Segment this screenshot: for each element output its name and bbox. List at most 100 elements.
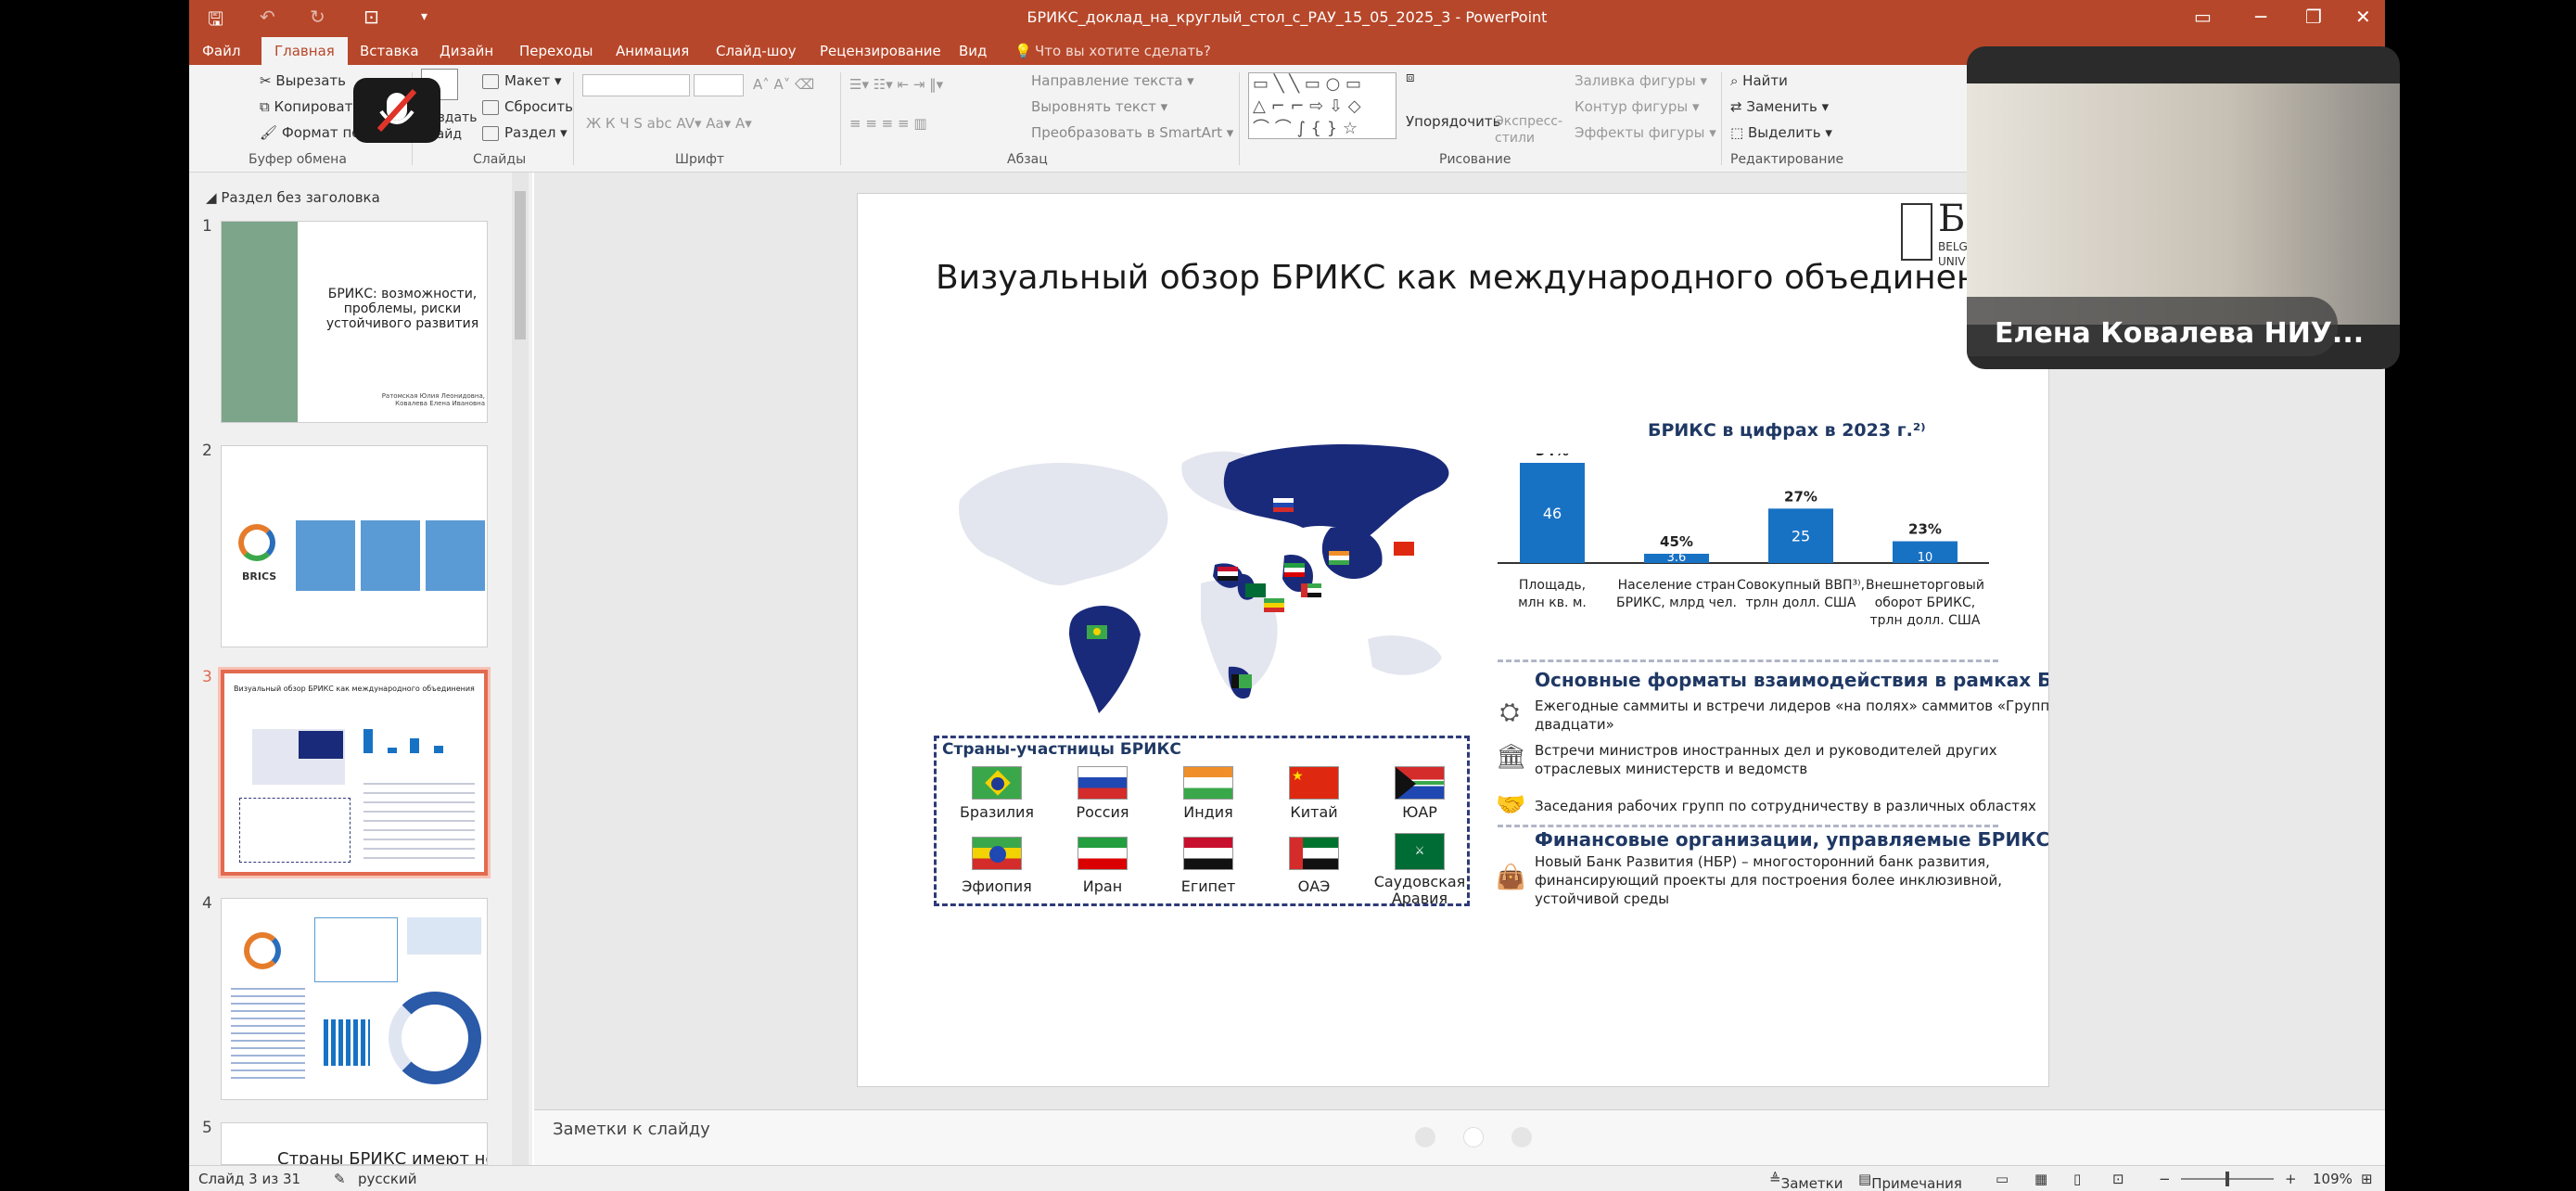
layout-button[interactable]: Макет ▾ [482,72,561,89]
country-name: Египет [1180,877,1236,895]
spellcheck-icon[interactable]: ✎ [334,1171,346,1187]
brics-logo-icon [238,524,275,561]
shape-fill-button[interactable]: Заливка фигуры ▾ [1575,72,1707,89]
chart-share-label: 34% [1536,454,1569,459]
tab-design[interactable]: Дизайн [440,43,493,59]
slide-thumb-2[interactable]: BRICS [221,445,488,647]
tab-home[interactable]: Главная [261,37,348,65]
select-icon: ⬚ [1730,124,1748,141]
flag-brazil-icon [972,766,1022,800]
flag-iran-icon [1078,837,1128,870]
country-name: Саудовская Аравия [1373,873,1466,907]
thumb-title: Визуальный обзор БРИКС как международног… [234,685,475,693]
chart-category-label: трлн долл. США [1870,613,1981,628]
align-text-button[interactable]: Выровнять текст ▾ [1031,98,1167,115]
tell-me-input[interactable]: Что вы хотите сделать? [1035,43,1211,59]
tab-transitions[interactable]: Переходы [519,43,593,59]
notes-placeholder[interactable]: Заметки к слайду [553,1120,710,1139]
tab-review[interactable]: Рецензирование [820,43,941,59]
chart-category-label: Совокупный ВВП³⁾, [1737,578,1865,593]
thumb-text-lines [231,982,305,1084]
chart-value-label: 3.6 [1667,551,1687,565]
reading-view-icon[interactable]: ▯ [2073,1171,2081,1187]
ribbon-display-icon[interactable]: ▭ [2194,6,2212,28]
quick-styles-button[interactable]: Экспресс-стили [1495,113,1562,147]
font-name-input[interactable] [582,74,690,96]
handshake-icon: 🤝 [1496,791,1526,819]
arrange-button[interactable]: Упорядочить [1406,113,1500,130]
tab-file[interactable]: Файл [202,43,240,59]
fit-to-window-icon[interactable]: ⊞ [2361,1171,2373,1187]
list-buttons[interactable]: ☰▾ ☷▾ ⇤ ⇥ ‖▾ [849,76,943,93]
slide-thumb-5[interactable]: Страны БРИКС имеют не [221,1122,488,1165]
notes-button[interactable]: ≜ Заметки [1769,1171,1843,1191]
finance-header: Финансовые организации, управляемые БРИК… [1535,828,2049,851]
select-button[interactable]: ⬚ Выделить ▾ [1730,124,1832,141]
section-header[interactable]: ◢ Раздел без заголовка [206,189,380,206]
chart-category-label: млн кв. м. [1518,596,1587,610]
reset-button[interactable]: Сбросить [482,98,573,115]
thumb-number: 4 [202,894,212,913]
smartart-button[interactable]: Преобразовать в SmartArt ▾ [1031,124,1233,141]
flag-russia-icon [1078,766,1128,800]
slide-thumb-3[interactable]: Визуальный обзор БРИКС как международног… [221,670,488,876]
font-style-buttons[interactable]: Ж К Ч S abc AV▾ Aa▾ A▾ [586,115,752,132]
minimize-icon[interactable]: ─ [2255,6,2266,28]
format-item: Заседания рабочих групп по сотрудничеств… [1535,798,2036,814]
country-name: Индия [1183,803,1233,821]
align-buttons[interactable]: ≡ ≡ ≡ ≡ ▥ [849,115,927,132]
replace-button[interactable]: ⇄ Заменить ▾ [1730,98,1829,115]
slide-thumb-1[interactable]: БРИКС: возможности, проблемы, риски усто… [221,221,488,423]
zoom-out-icon[interactable]: − [2159,1171,2171,1187]
shapes-gallery[interactable]: ▭ ╲ ╲ ▭ ○ ▭ △ ⌐ ⌐ ⇨ ⇩ ◇ ⌒ ⌒ ∫ { } ☆ [1248,72,1396,139]
cut-button[interactable]: ✂ Вырезать [260,72,346,89]
restore-icon[interactable]: ❐ [2305,6,2322,28]
font-size-buttons[interactable]: A˄ A˅ ⌫ [753,76,814,93]
flag-saudi-arabia-icon: ⚔ [1395,833,1445,870]
normal-view-icon[interactable]: ▭ [1996,1171,2009,1187]
text-direction-button[interactable]: Направление текста ▾ [1031,72,1194,89]
slide-thumb-4[interactable] [221,898,488,1100]
zoom-in-icon[interactable]: + [2285,1171,2297,1187]
pager-dot[interactable] [1415,1127,1435,1147]
font-size-input[interactable] [694,74,744,96]
layout-icon [482,73,499,89]
chart-value-label: 10 [1918,551,1933,565]
tab-insert[interactable]: Вставка [360,43,419,59]
section-button[interactable]: Раздел ▾ [482,124,567,141]
pager-dot[interactable] [1511,1127,1532,1147]
thumb-title: Страны БРИКС имеют не [277,1149,488,1165]
flag-india-icon [1183,766,1233,800]
tab-view[interactable]: Вид [959,43,987,59]
language-label[interactable]: русский [358,1171,416,1187]
flag-ethiopia-icon [972,837,1022,870]
zoom-level[interactable]: 109% [2313,1171,2353,1187]
formats-header: Основные форматы взаимодействия в рамках… [1535,669,2048,691]
thumb-countries [239,798,351,863]
thumbnails-scrollbar[interactable] [512,173,529,1165]
chart-value-label: 46 [1543,505,1562,522]
comments-button[interactable]: ▤ Примечания [1858,1171,1962,1191]
chart-category-label: Население стран [1618,578,1736,593]
scrollbar-thumb[interactable] [515,191,526,339]
close-icon[interactable]: ✕ [2355,6,2371,28]
country-name: Иран [1082,877,1123,895]
arrange-icon[interactable]: ⧈ [1406,69,1445,100]
shape-effects-button[interactable]: Эффекты фигуры ▾ [1575,124,1716,141]
find-button[interactable]: ⌕ Найти [1730,72,1788,89]
video-participant-tile[interactable]: Елена Ковалева НИУ... [1967,46,2400,369]
slide-sorter-icon[interactable]: ▦ [2034,1171,2047,1187]
tab-animations[interactable]: Анимация [616,43,689,59]
zoom-slider-thumb[interactable] [2225,1172,2229,1186]
shape-outline-button[interactable]: Контур фигуры ▾ [1575,98,1700,115]
current-slide[interactable]: Визуальный обзор БРИКС как международног… [857,193,2049,1087]
chart-category-label: БРИКС, млрд чел. [1616,596,1737,610]
participant-name: Елена Ковалева НИУ... [1995,317,2365,350]
thumb-green-panel [222,222,298,422]
mic-muted-indicator[interactable] [353,78,440,143]
format-item: Встречи министров иностранных дел и руко… [1535,742,1997,777]
slideshow-view-icon[interactable]: ⊡ [2112,1171,2124,1187]
pager-dot[interactable] [1463,1127,1484,1147]
tab-slideshow[interactable]: Слайд-шоу [716,43,797,59]
notes-pane[interactable]: Заметки к слайду [534,1109,2385,1165]
